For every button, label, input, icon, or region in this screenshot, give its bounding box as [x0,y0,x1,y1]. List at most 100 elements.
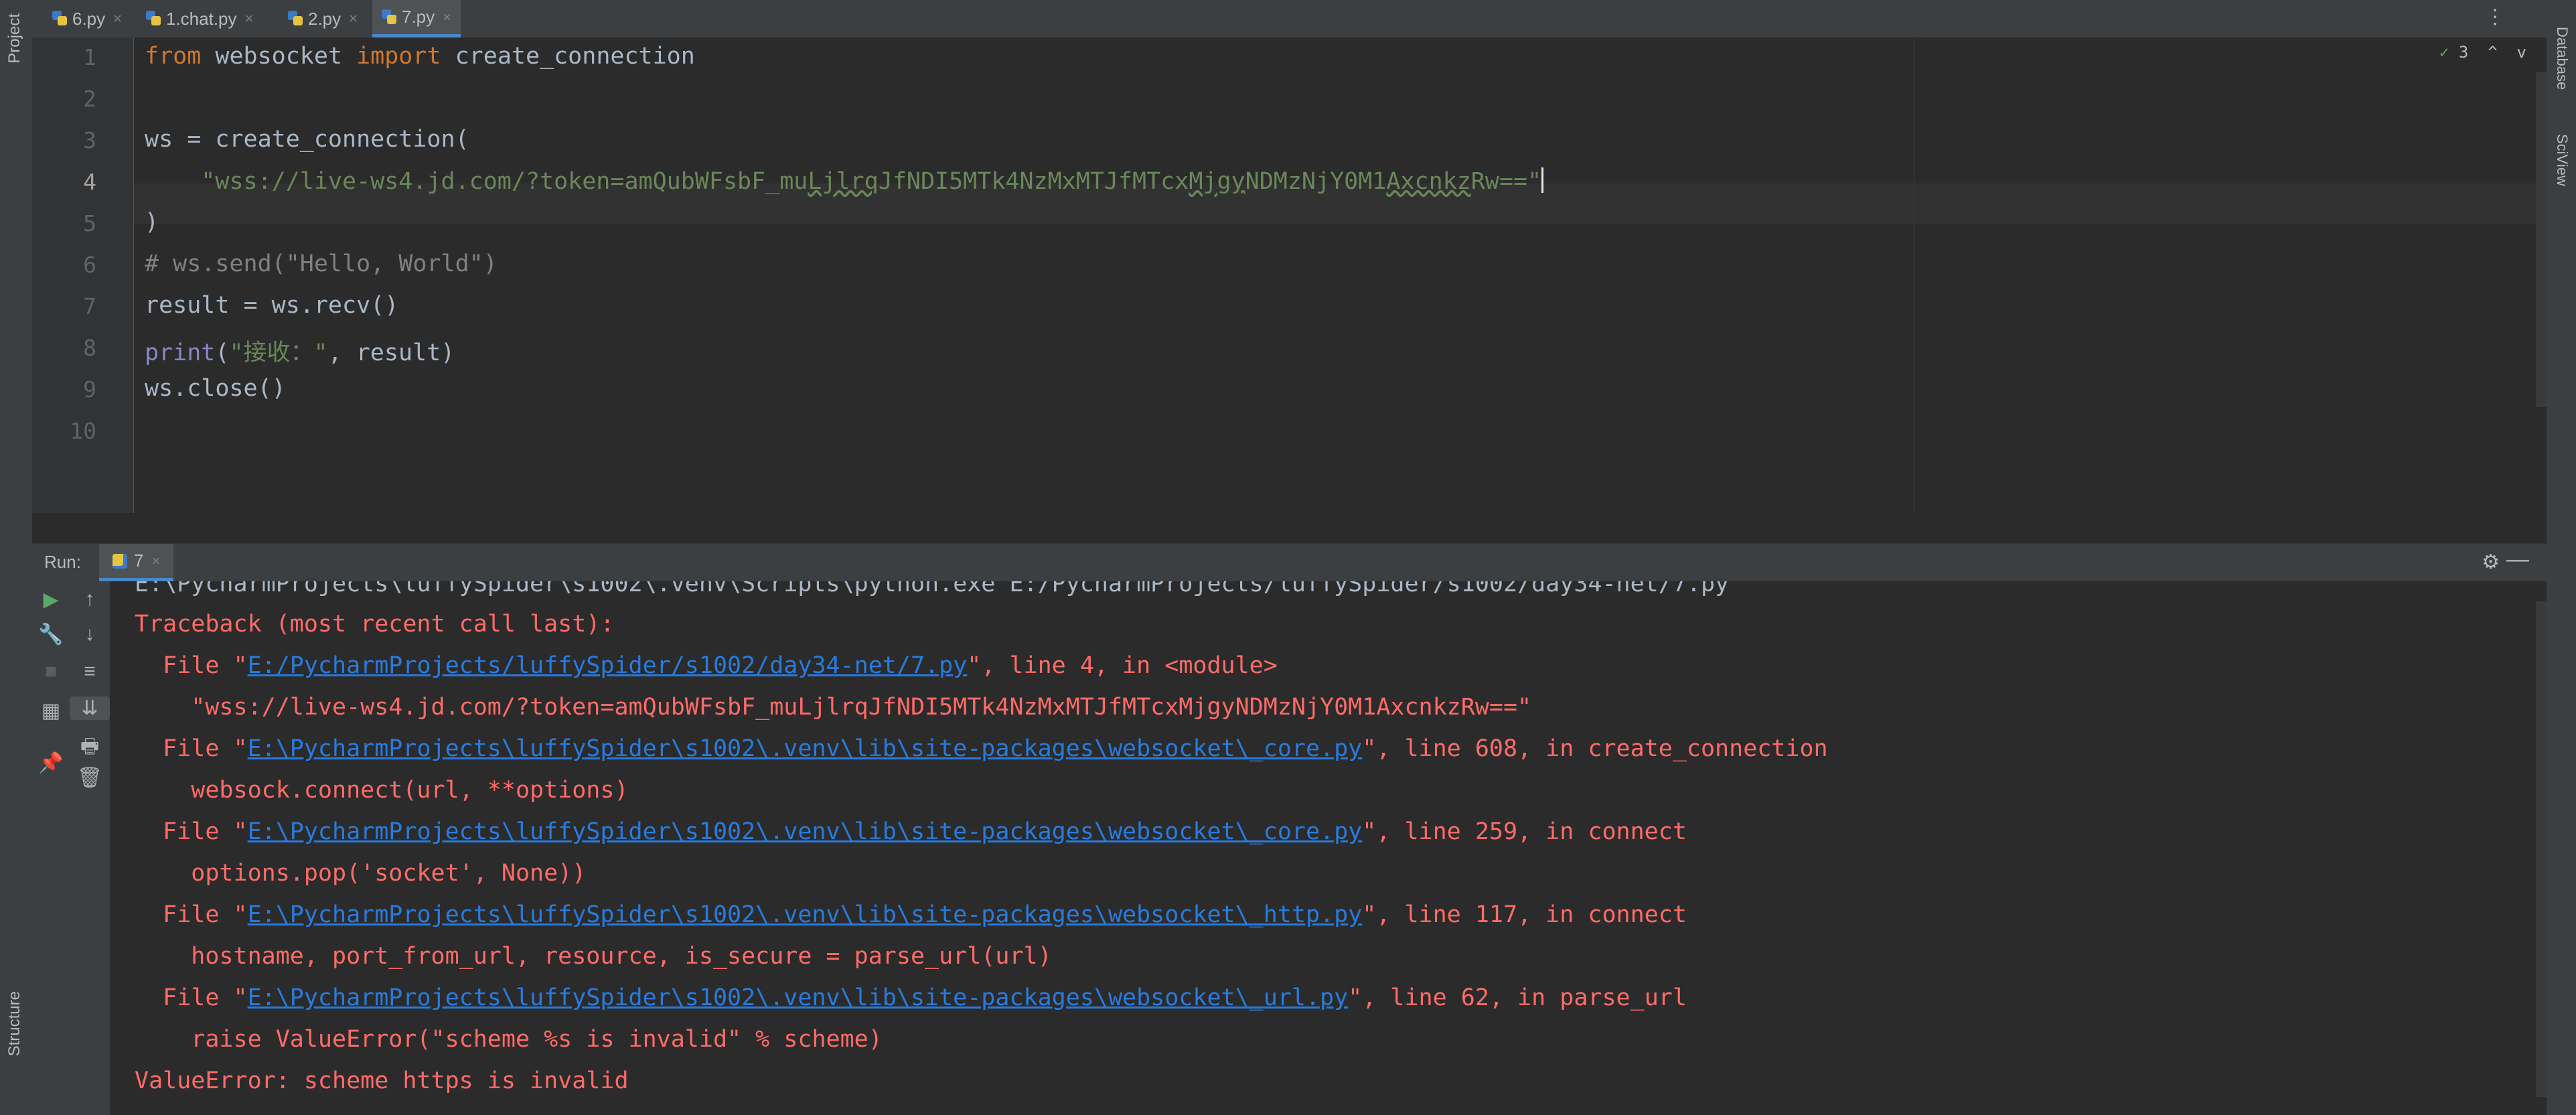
code-editor[interactable]: 1 2 3 4 5 6 7 8 9 10 from websocket impo… [32,38,2547,513]
right-tool-strip: Database SciView [2547,0,2576,1115]
file-link[interactable]: E:\PycharmProjects\luffySpider\s1002\.ve… [248,735,1363,762]
code-line-9: ws.close() [145,375,286,402]
traceback-frame: File "E:\PycharmProjects\luffySpider\s10… [135,818,1687,845]
error-message: ValueError: scheme https is invalid [135,1067,629,1094]
up-arrow-icon[interactable]: ↑ [70,588,110,611]
close-icon[interactable]: × [245,10,254,27]
traceback-frame: File "E:\PycharmProjects\luffySpider\s10… [135,901,1687,928]
line-number: 10 [70,418,96,444]
run-panel-header: Run: 7 × ⚙ — [32,543,2547,581]
frame-prefix: File " [135,652,248,679]
tab-menu-icon[interactable]: ⋮ [2485,5,2505,29]
close-icon[interactable]: × [113,10,122,27]
run-toolbar-right: ↑ ↓ ≡ ⇊ 🖶 🗑 [70,581,110,1115]
typo-underline: Ljlrq [808,168,879,195]
import-name: create_connection [441,43,695,70]
traceback-code: options.pop('socket', None)) [135,860,587,887]
print-icon[interactable]: 🖶 [70,731,110,765]
tab-label: 2.py [308,8,342,29]
gear-icon[interactable]: ⚙ [2482,550,2500,574]
close-icon[interactable]: × [151,552,160,570]
run-toolbar-left: ▶ 🔧 ■ ▦ 📌 [32,581,70,1115]
line-number: 9 [83,376,96,402]
string-part: "wss://live-ws4.jd.com/?token=amQubWFsbF… [201,168,808,195]
python-run-icon [112,553,127,569]
tab-label: 7.py [402,7,435,27]
code-line-1: from websocket import create_connection [145,43,695,70]
tab-1-chat-py[interactable]: 1.chat.py × [137,0,262,38]
keyword: from [145,43,202,70]
run-tab-label: 7 [134,550,144,571]
frame-location: ", line 117, in connect [1362,901,1687,928]
python-file-icon [52,11,67,27]
string-literal: "接收：" [229,340,328,366]
code-line-5: ) [145,209,159,236]
project-tool-window-button[interactable]: Project [5,13,24,64]
frame-prefix: File " [135,984,248,1011]
line-number: 7 [83,293,96,319]
string-part: JfNDI5MTk4NzMxMTJfMTcx [878,168,1189,195]
console-scrollbar[interactable] [2536,601,2547,1097]
paren: ( [215,340,230,366]
minimize-icon[interactable]: — [2506,546,2529,573]
editor-scrollbar[interactable] [2536,72,2547,407]
line-number: 5 [83,210,96,236]
left-tool-strip: Project Structure [0,0,33,1115]
pin-icon[interactable]: 📌 [32,751,70,775]
run-console-output[interactable]: E:\PycharmProjects\luffySpider\s1002\.ve… [110,581,2547,1115]
python-file-icon [288,11,303,27]
inspection-widget[interactable]: ✓ 3 ^ v [2439,43,2526,62]
traceback-header: Traceback (most recent call last): [135,611,615,638]
previous-highlight-icon[interactable]: ^ [2488,43,2497,62]
database-tool-window-button[interactable]: Database [2553,27,2571,90]
args: , result) [327,340,455,366]
editor-tab-bar: 6.py × 1.chat.py × 2.py × 7.py × ⋮ [32,0,2547,38]
keyword: import [356,43,441,70]
scroll-to-end-icon[interactable]: ⇊ [70,696,110,720]
tab-label: 6.py [72,8,106,29]
frame-prefix: File " [135,901,248,928]
file-link[interactable]: E:/PycharmProjects/luffySpider/s1002/day… [248,652,968,679]
down-arrow-icon[interactable]: ↓ [70,623,110,646]
text-caret [1541,167,1544,193]
tab-label: 1.chat.py [166,8,237,29]
frame-location: ", line 62, in parse_url [1348,984,1687,1011]
traceback-frame: File "E:\PycharmProjects\luffySpider\s10… [135,735,1827,762]
run-tab-7[interactable]: 7 × [99,544,174,581]
frame-prefix: File " [135,818,248,845]
tab-2-py[interactable]: 2.py × [279,0,367,38]
traceback-frame: File "E:\PycharmProjects\luffySpider\s10… [135,984,1687,1011]
python-file-icon [382,9,396,25]
file-link[interactable]: E:\PycharmProjects\luffySpider\s1002\.ve… [248,818,1363,845]
next-highlight-icon[interactable]: v [2517,43,2526,62]
frame-location: ", line 4, in <module> [967,652,1278,679]
structure-tool-window-button[interactable]: Structure [5,991,24,1056]
file-link[interactable]: E:\PycharmProjects\luffySpider\s1002\.ve… [248,901,1363,928]
wrench-icon[interactable]: 🔧 [32,623,70,646]
trash-icon[interactable]: 🗑 [70,766,110,790]
soft-wrap-icon[interactable]: ≡ [70,660,110,683]
tab-7-py[interactable]: 7.py × [372,0,461,38]
traceback-code: websock.connect(url, **options) [135,777,629,804]
run-label: Run: [44,552,81,572]
close-icon[interactable]: × [349,10,358,27]
string-part: Rw==" [1470,168,1542,195]
console-command-line: E:\PycharmProjects\luffySpider\s1002\.ve… [135,581,1730,597]
rerun-icon[interactable]: ▶ [32,588,70,611]
typo-underline: Axcnkz [1386,168,1471,195]
layout-icon[interactable]: ▦ [32,699,70,723]
traceback-code: hostname, port_from_url, resource, is_se… [135,943,1052,970]
frame-prefix: File " [135,735,248,762]
line-number: 2 [83,86,96,112]
line-number: 1 [83,44,96,70]
sciview-tool-window-button[interactable]: SciView [2553,134,2571,186]
line-number: 8 [83,335,96,361]
stop-icon[interactable]: ■ [32,660,70,683]
builtin-function: print [145,340,216,366]
check-icon: ✓ [2439,43,2449,62]
line-number: 6 [83,252,96,278]
tab-6-py[interactable]: 6.py × [43,0,131,38]
close-icon[interactable]: × [443,9,451,26]
file-link[interactable]: E:\PycharmProjects\luffySpider\s1002\.ve… [248,984,1349,1011]
